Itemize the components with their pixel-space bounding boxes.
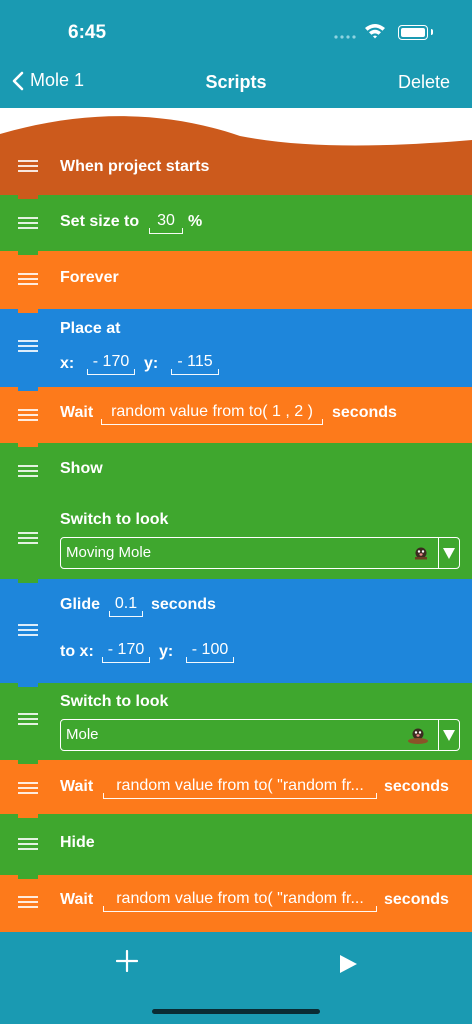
- battery-cap: [431, 29, 433, 35]
- x-label: to x:: [60, 643, 94, 660]
- block-label: Wait: [60, 404, 94, 421]
- dropdown-separator: [438, 538, 439, 568]
- drag-handle-icon[interactable]: [18, 217, 38, 229]
- drag-handle-icon[interactable]: [18, 273, 38, 285]
- block-label: Show: [60, 460, 103, 477]
- unit-label: seconds: [384, 778, 449, 795]
- drag-handle-icon[interactable]: [18, 532, 38, 544]
- block-label: Forever: [60, 269, 119, 286]
- dropdown-value: Moving Mole: [66, 544, 152, 561]
- mole-icon: [415, 547, 427, 560]
- block-wait[interactable]: Wait random value from to( 1 , 2 ) secon…: [0, 387, 472, 443]
- drag-handle-icon[interactable]: [18, 465, 38, 477]
- play-icon[interactable]: [338, 954, 358, 974]
- unit-label: %: [188, 213, 203, 230]
- block-glide[interactable]: Glide 0.1 seconds to x: - 170 y: - 100: [0, 579, 472, 683]
- size-field[interactable]: 30: [149, 211, 183, 234]
- block-label: Place at: [60, 320, 121, 337]
- y-field[interactable]: - 100: [186, 640, 234, 663]
- drag-handle-icon[interactable]: [18, 782, 38, 794]
- drag-handle-icon[interactable]: [18, 624, 38, 636]
- look-dropdown[interactable]: Mole: [60, 719, 460, 751]
- signal-icon: [334, 35, 356, 39]
- back-button[interactable]: Mole 1: [12, 70, 84, 91]
- dropdown-separator: [438, 720, 439, 750]
- dropdown-arrow-icon[interactable]: [443, 730, 455, 741]
- block-label: Wait: [60, 891, 94, 908]
- delete-button[interactable]: Delete: [398, 72, 450, 93]
- block-hide[interactable]: Hide: [0, 814, 472, 875]
- x-label: x:: [60, 355, 75, 372]
- nav-bar: Mole 1 Scripts Delete: [0, 56, 472, 108]
- unit-label: seconds: [151, 596, 216, 613]
- back-label: Mole 1: [30, 70, 85, 90]
- block-wait[interactable]: Wait random value from to( "random fr...…: [0, 760, 472, 814]
- unit-label: seconds: [332, 404, 397, 421]
- battery-icon: [398, 25, 428, 40]
- home-indicator: [152, 1009, 320, 1014]
- look-dropdown[interactable]: Moving Mole: [60, 537, 460, 569]
- status-bar: 6:45: [0, 0, 472, 56]
- wait-duration-field[interactable]: random value from to( "random fr...: [103, 776, 377, 799]
- plus-icon[interactable]: [116, 950, 138, 972]
- x-field[interactable]: - 170: [87, 352, 135, 375]
- block-show[interactable]: Show: [0, 443, 472, 502]
- block-switch-look[interactable]: Switch to look Mole: [0, 683, 472, 760]
- script-canvas[interactable]: When project starts Set size to 30 % For…: [0, 108, 472, 932]
- y-field[interactable]: - 115: [171, 352, 219, 375]
- drag-handle-icon[interactable]: [18, 409, 38, 421]
- unit-label: seconds: [384, 891, 449, 908]
- block-label: Set size to: [60, 213, 140, 230]
- y-label: y:: [159, 643, 174, 660]
- drag-handle-icon[interactable]: [18, 340, 38, 352]
- block-label: Switch to look: [60, 511, 169, 528]
- block-wait[interactable]: Wait random value from to( "random fr...…: [0, 875, 472, 932]
- block-switch-look[interactable]: Switch to look Moving Mole: [0, 502, 472, 579]
- drag-handle-icon[interactable]: [18, 160, 38, 172]
- dropdown-arrow-icon[interactable]: [443, 548, 455, 559]
- block-forever[interactable]: Forever: [0, 251, 472, 309]
- wait-duration-field[interactable]: random value from to( "random fr...: [103, 889, 377, 912]
- status-time: 6:45: [68, 22, 107, 43]
- drag-handle-icon[interactable]: [18, 838, 38, 850]
- block-label: Glide: [60, 596, 101, 613]
- block-label: Hide: [60, 834, 95, 851]
- drag-handle-icon[interactable]: [18, 713, 38, 725]
- y-label: y:: [144, 355, 159, 372]
- block-label: When project starts: [60, 158, 210, 175]
- block-label: Wait: [60, 778, 94, 795]
- block-when-project-starts[interactable]: When project starts: [0, 134, 472, 195]
- block-set-size[interactable]: Set size to 30 %: [0, 195, 472, 251]
- wait-duration-field[interactable]: random value from to( 1 , 2 ): [101, 402, 323, 425]
- block-label: Switch to look: [60, 693, 169, 710]
- block-place-at[interactable]: Place at x: - 170 y: - 115: [0, 309, 472, 387]
- wifi-icon: [365, 24, 385, 39]
- dropdown-value: Mole: [66, 726, 99, 743]
- x-field[interactable]: - 170: [102, 640, 150, 663]
- drag-handle-icon[interactable]: [18, 896, 38, 908]
- chevron-left-icon: [12, 71, 24, 90]
- glide-duration-field[interactable]: 0.1: [109, 594, 143, 617]
- mole-icon: [408, 728, 428, 744]
